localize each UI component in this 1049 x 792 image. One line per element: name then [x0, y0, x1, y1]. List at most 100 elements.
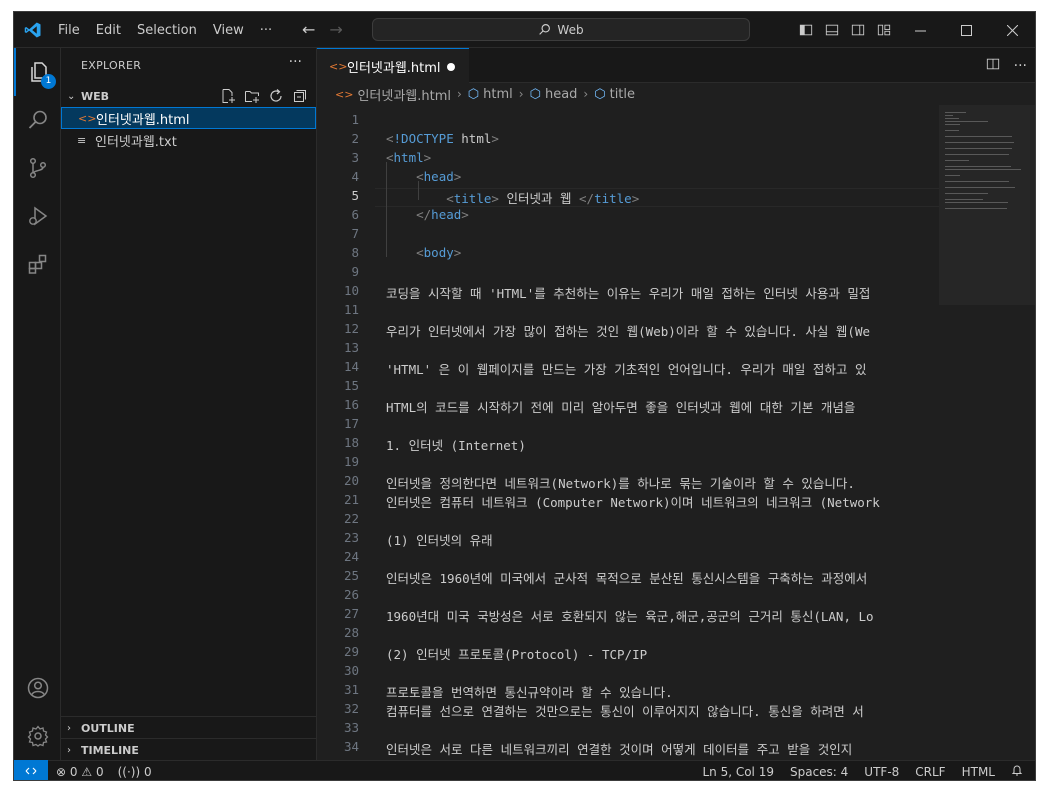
new-folder-icon[interactable]: [242, 85, 262, 107]
folder-actions: [218, 85, 310, 107]
warning-icon: ⚠: [81, 764, 93, 779]
language-mode[interactable]: HTML: [962, 765, 995, 779]
breadcrumb-item[interactable]: title: [610, 87, 635, 102]
encoding[interactable]: UTF-8: [864, 765, 899, 779]
line-number: 31: [343, 682, 359, 697]
broadcast-icon: ((·)): [117, 764, 141, 779]
cursor-position[interactable]: Ln 5, Col 19: [702, 765, 774, 779]
tab-label: 인터넷과웹.html: [347, 60, 441, 76]
new-file-icon[interactable]: [218, 85, 238, 107]
indentation[interactable]: Spaces: 4: [790, 765, 848, 779]
minimap[interactable]: [939, 105, 1035, 760]
explorer-badge: 1: [41, 74, 56, 89]
line-number: 32: [343, 701, 359, 716]
more-actions-icon[interactable]: ···: [1014, 58, 1027, 74]
refresh-icon[interactable]: [266, 85, 286, 107]
breadcrumb-item[interactable]: head: [545, 87, 577, 102]
unsaved-dot-icon[interactable]: [447, 63, 455, 71]
collapse-all-icon[interactable]: [290, 85, 310, 107]
editor-area: <> 인터넷과웹.html ··· <> 인터넷과웹.html › ⬡ html…: [317, 48, 1035, 760]
toggle-secondary-sidebar-icon[interactable]: [845, 12, 871, 48]
explorer-activity[interactable]: 1: [14, 48, 61, 96]
manage-activity[interactable]: [14, 712, 61, 760]
source-control-activity[interactable]: [14, 144, 61, 192]
gear-icon: [27, 725, 48, 747]
line-number: 26: [343, 587, 359, 602]
menu-edit[interactable]: Edit: [88, 23, 129, 38]
minimap-line: [945, 160, 969, 161]
menu-file[interactable]: File: [50, 23, 88, 38]
end-of-line[interactable]: CRLF: [915, 765, 945, 779]
timeline-section[interactable]: › TIMELINE: [61, 738, 316, 761]
code-line: 1960년대 미국 국방성은 서로 호환되지 않는 육군,해군,공군의 근거리 …: [386, 609, 874, 624]
workspace-folder[interactable]: ⌄ WEB: [61, 85, 316, 107]
title-bar: File Edit Selection View ··· ← → Web: [14, 12, 1035, 48]
problems-indicator[interactable]: ⊗ 0 ⚠ 0: [56, 765, 104, 779]
minimap-line: [945, 187, 1015, 188]
line-number: 12: [343, 321, 359, 336]
menu-selection[interactable]: Selection: [129, 23, 205, 38]
code-line: 코딩을 시작할 때 'HTML'를 추천하는 이유는 우리가 매일 접하는 인터…: [386, 286, 871, 301]
minimap-line: [945, 208, 1007, 209]
code-line: 인터넷은 1960년에 미국에서 군사적 목적으로 분산된 통신시스템을 구축하…: [386, 571, 868, 586]
file-item-txt[interactable]: ≡ 인터넷과웹.txt: [61, 129, 316, 151]
menu-bar: File Edit Selection View ···: [50, 12, 280, 48]
line-number: 23: [343, 530, 359, 545]
split-editor-icon[interactable]: [986, 57, 1000, 75]
code-editor[interactable]: 1 2 <!DOCTYPE html> 3 <html> 4 <head> 5 <title…: [317, 105, 939, 760]
close-button[interactable]: [989, 12, 1035, 48]
file-item-html[interactable]: <> 인터넷과웹.html: [61, 107, 316, 129]
line-number: 14: [343, 359, 359, 374]
accounts-activity[interactable]: [14, 664, 61, 712]
toggle-primary-sidebar-icon[interactable]: [793, 12, 819, 48]
tab-active-file[interactable]: <> 인터넷과웹.html: [317, 48, 469, 83]
line-number: 29: [343, 644, 359, 659]
line-number: 8: [351, 245, 359, 260]
command-center-search[interactable]: Web: [372, 18, 750, 41]
account-icon: [27, 677, 48, 699]
minimize-button[interactable]: [897, 12, 943, 48]
maximize-button[interactable]: [943, 12, 989, 48]
back-arrow-icon[interactable]: ←: [302, 20, 315, 39]
notifications-bell-icon[interactable]: [1011, 764, 1023, 779]
menu-more[interactable]: ···: [252, 23, 280, 38]
forward-arrow-icon[interactable]: →: [329, 20, 342, 39]
folder-name: WEB: [81, 89, 110, 103]
vscode-window: File Edit Selection View ··· ← → Web 1 E…: [13, 11, 1036, 781]
line-number: 6: [351, 207, 359, 222]
line-number: 5: [351, 188, 359, 203]
ports-indicator[interactable]: ((·)) 0: [118, 765, 152, 779]
explorer-more-button[interactable]: ···: [289, 54, 302, 70]
minimap-slider[interactable]: [939, 105, 1035, 305]
breadcrumb: <> 인터넷과웹.html › ⬡ html › ⬡ head › ⬡ titl…: [335, 83, 635, 105]
run-debug-activity[interactable]: [14, 192, 61, 240]
editor-actions: ···: [986, 48, 1027, 83]
error-count: 0: [69, 764, 78, 779]
minimap-line: [945, 142, 1014, 143]
search-label: Web: [557, 22, 584, 37]
customize-layout-icon[interactable]: [871, 12, 897, 48]
editor-tabs: <> 인터넷과웹.html ···: [317, 48, 1035, 83]
code-line: <html>: [386, 150, 432, 165]
line-number: 24: [343, 549, 359, 564]
html-file-icon: <>: [329, 59, 348, 73]
breadcrumb-item[interactable]: 인터넷과웹.html: [357, 85, 451, 104]
toggle-panel-icon[interactable]: [819, 12, 845, 48]
line-number: 21: [343, 492, 359, 507]
vscode-logo-icon: [24, 22, 41, 38]
outline-section[interactable]: › OUTLINE: [61, 716, 316, 739]
code-line: <body>: [416, 245, 462, 260]
chevron-right-icon: ›: [67, 722, 71, 734]
remote-indicator[interactable]: [14, 760, 48, 780]
chevron-right-icon: ›: [67, 744, 71, 756]
breadcrumb-item[interactable]: html: [483, 87, 513, 102]
minimap-line: [945, 154, 1010, 155]
search-activity[interactable]: [14, 96, 61, 144]
code-line: <!DOCTYPE html>: [386, 131, 499, 146]
line-number: 22: [343, 511, 359, 526]
title-bar-controls: [793, 12, 1035, 48]
extensions-activity[interactable]: [14, 240, 61, 288]
status-left: ⊗ 0 ⚠ 0 ((·)) 0: [56, 761, 152, 780]
menu-view[interactable]: View: [205, 23, 252, 38]
minimap-line: [945, 181, 1010, 182]
